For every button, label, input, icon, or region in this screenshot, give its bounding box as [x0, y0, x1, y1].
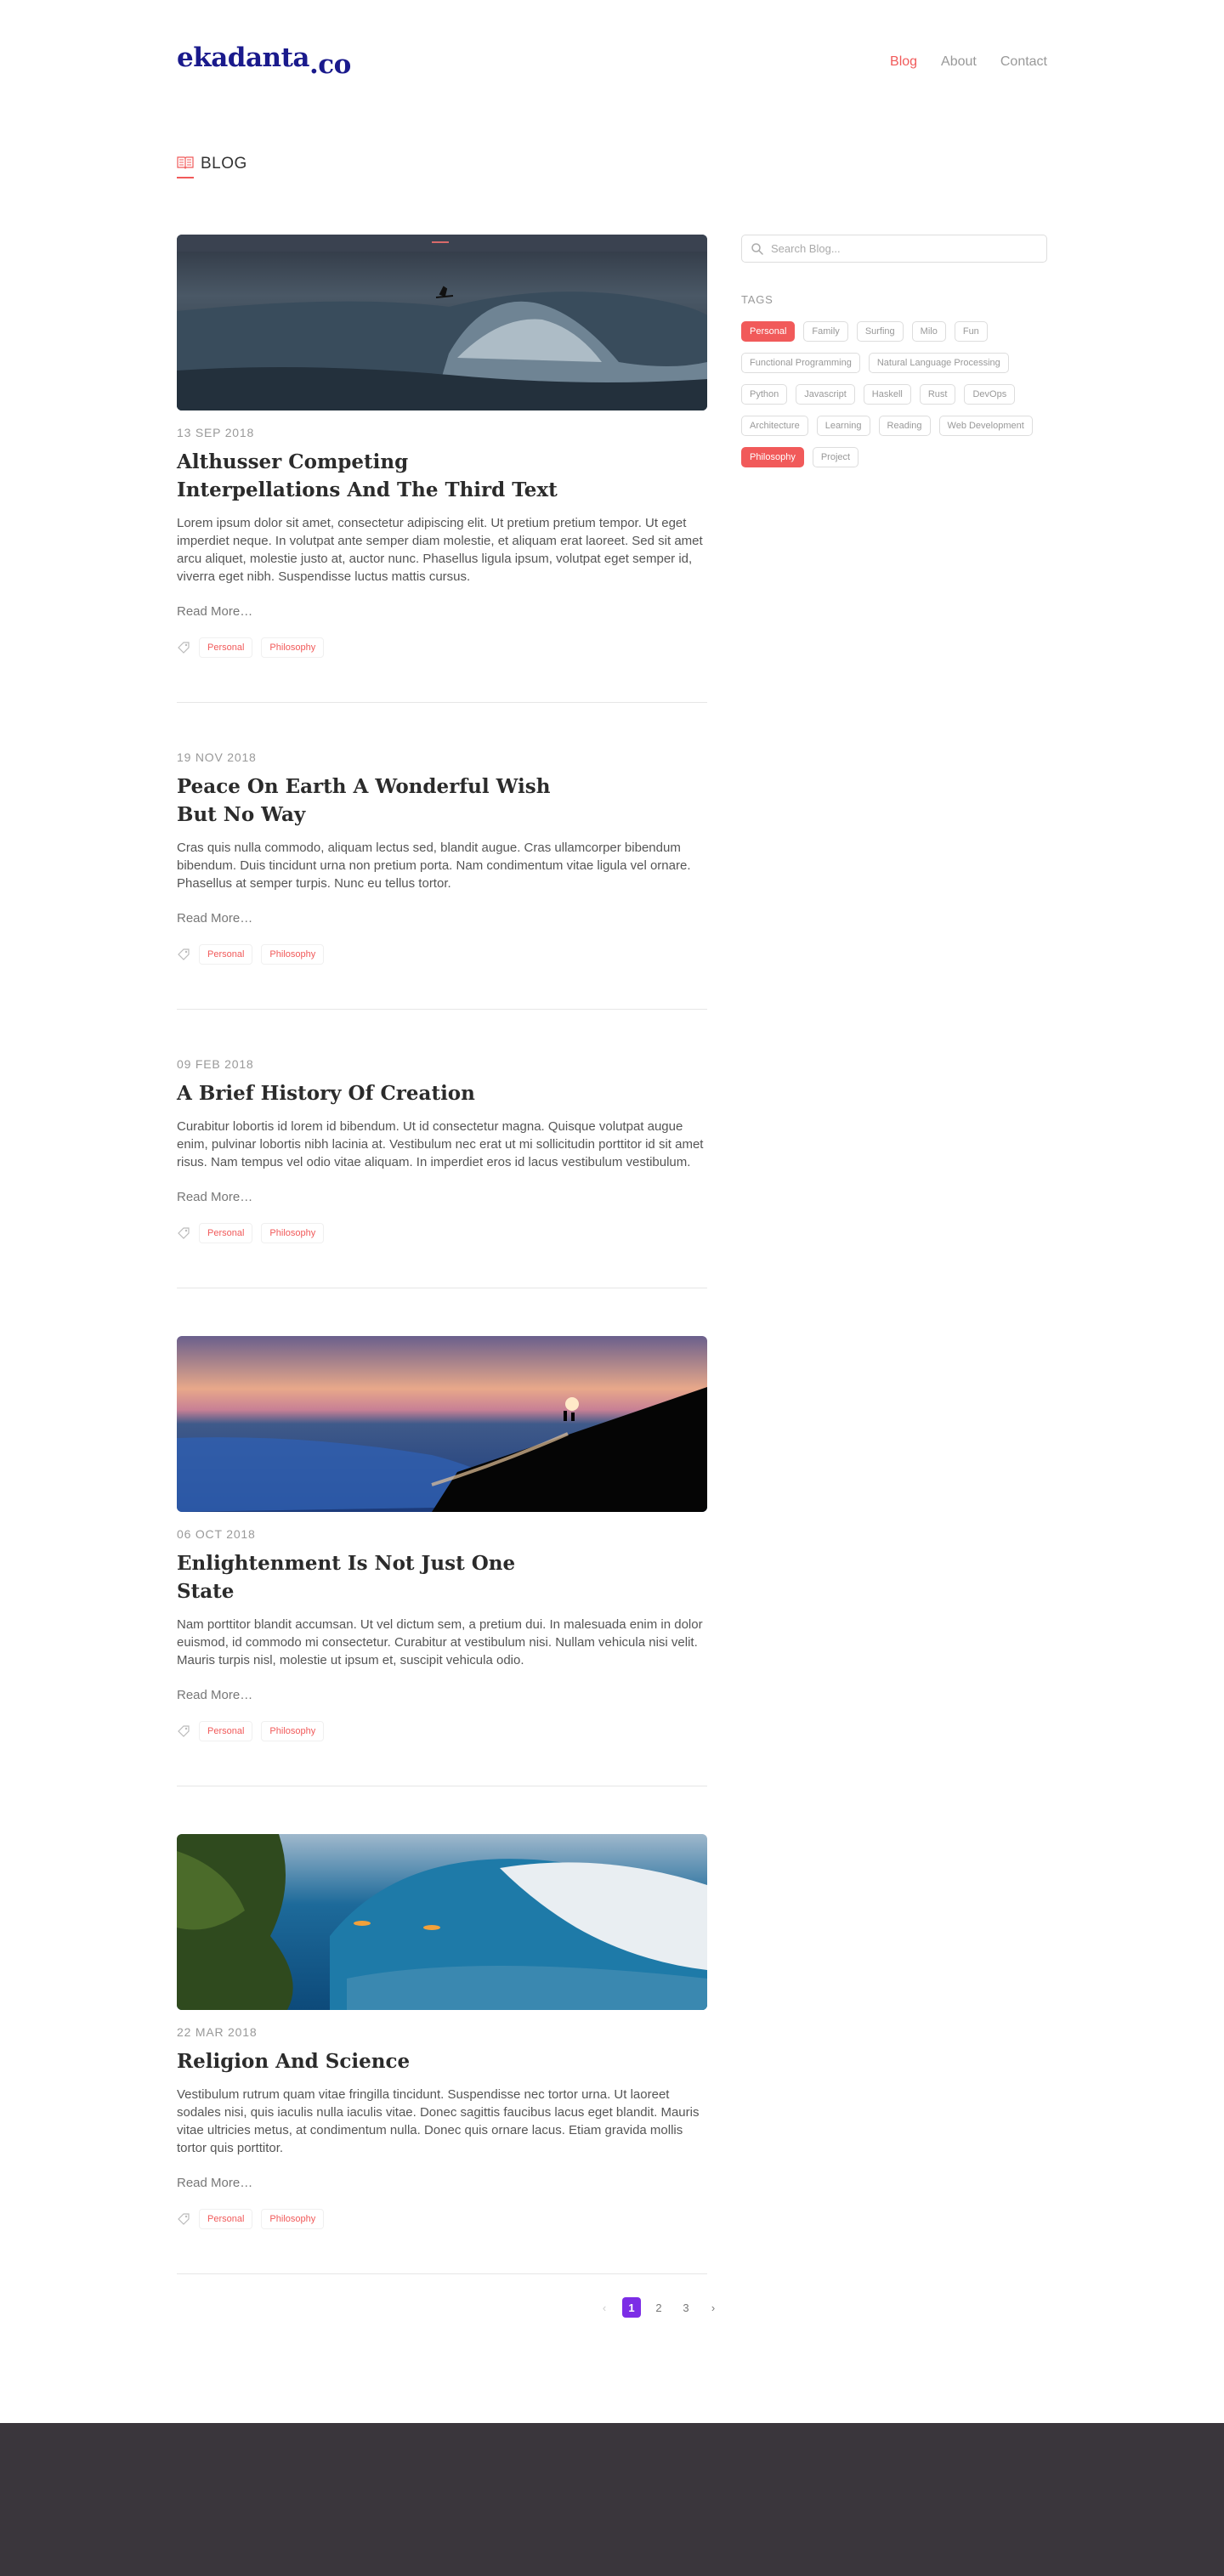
tags-heading: TAGS: [741, 293, 774, 306]
sidebar: TAGS Personal Family Surfing Milo Fun Functio…: [741, 235, 1047, 467]
read-more-link[interactable]: Read More…: [177, 1190, 252, 1204]
tag-icon: [178, 642, 190, 654]
page-2-button[interactable]: 2: [649, 2297, 668, 2318]
post-tag-personal[interactable]: Personal: [199, 944, 253, 965]
post-image[interactable]: [177, 1834, 707, 2010]
post-tags: Personal Philosophy: [177, 1223, 707, 1243]
tag-icon: [178, 948, 190, 960]
post-tags: Personal Philosophy: [177, 2209, 707, 2229]
page-1-button[interactable]: 1: [622, 2297, 641, 2318]
post-tag-philosophy[interactable]: Philosophy: [261, 2209, 325, 2229]
big-wave-surfers-image: [177, 1834, 707, 2010]
post-date: 06 OCT 2018: [177, 1527, 256, 1541]
page-title: BLOG: [201, 155, 247, 173]
sidebar-tag-surfing[interactable]: Surfing: [856, 321, 904, 342]
tag-icon: [178, 1725, 190, 1737]
search-box: [741, 235, 1047, 263]
sidebar-tag-fun[interactable]: Fun: [954, 321, 988, 342]
page-3-button[interactable]: 3: [677, 2297, 695, 2318]
tag-icon: [178, 1227, 190, 1239]
post-excerpt: Cras quis nulla commodo, aliquam lectus …: [177, 841, 691, 891]
sidebar-tag-learning[interactable]: Learning: [816, 416, 870, 436]
sidebar-tag-functional-programming[interactable]: Functional Programming: [741, 353, 860, 373]
post-card: 13 SEP 2018 Althusser Competing Interpell…: [177, 235, 707, 703]
post-image[interactable]: [177, 235, 707, 410]
logo-name: ekadanta: [177, 42, 310, 73]
pagination: ‹ 1 2 3 ›: [595, 2297, 722, 2318]
post-excerpt: Nam porttitor blandit accumsan. Ut vel d…: [177, 1617, 703, 1667]
post-date: 19 NOV 2018: [177, 750, 257, 764]
post-tags: Personal Philosophy: [177, 944, 707, 965]
sidebar-tag-devops[interactable]: DevOps: [964, 384, 1016, 405]
read-more-link[interactable]: Read More…: [177, 1688, 252, 1702]
post-tag-philosophy[interactable]: Philosophy: [261, 1223, 325, 1243]
sidebar-tag-rust[interactable]: Rust: [919, 384, 956, 405]
next-page-button[interactable]: ›: [704, 2297, 722, 2318]
main-nav: Blog About Contact: [890, 54, 1047, 70]
site-header: ekadanta.co Blog About Contact: [177, 42, 1047, 93]
post-title[interactable]: Enlightenment Is Not Just One State: [177, 1549, 568, 1605]
post-date: 09 FEB 2018: [177, 1057, 254, 1071]
tag-cloud: Personal Family Surfing Milo Fun Functional P…: [741, 321, 1047, 467]
post-tag-philosophy[interactable]: Philosophy: [261, 944, 325, 965]
tag-icon: [178, 2213, 190, 2225]
nav-link-about[interactable]: About: [941, 54, 977, 70]
post-card: 06 OCT 2018 Enlightenment Is Not Just One…: [177, 1288, 707, 1786]
post-card: 19 NOV 2018 Peace On Earth A Wonderful Wi…: [177, 703, 707, 1010]
post-tag-philosophy[interactable]: Philosophy: [261, 637, 325, 658]
post-card: 09 FEB 2018 A Brief History Of Creation Cu…: [177, 1010, 707, 1288]
prev-page-button[interactable]: ‹: [595, 2297, 614, 2318]
nav-link-contact[interactable]: Contact: [1000, 54, 1047, 70]
post-date: 22 MAR 2018: [177, 2025, 258, 2039]
beach-sunset-image: [177, 1336, 707, 1512]
sidebar-tag-natural-language-processing[interactable]: Natural Language Processing: [868, 353, 1009, 373]
sidebar-tag-project[interactable]: Project: [812, 447, 859, 467]
sidebar-tag-haskell[interactable]: Haskell: [863, 384, 911, 405]
post-date: 13 SEP 2018: [177, 426, 255, 439]
post-tag-personal[interactable]: Personal: [199, 1721, 253, 1741]
post-tag-personal[interactable]: Personal: [199, 637, 253, 658]
post-card: 22 MAR 2018 Religion And Science Vestibulu…: [177, 1786, 707, 2274]
post-image[interactable]: [177, 1336, 707, 1512]
sidebar-tag-milo[interactable]: Milo: [911, 321, 946, 342]
sidebar-tag-philosophy[interactable]: Philosophy: [741, 447, 804, 467]
post-excerpt: Lorem ipsum dolor sit amet, consectetur …: [177, 516, 703, 584]
post-tags: Personal Philosophy: [177, 637, 707, 658]
nav-link-blog[interactable]: Blog: [890, 54, 917, 70]
sidebar-tag-architecture[interactable]: Architecture: [741, 416, 808, 436]
logo[interactable]: ekadanta.co: [177, 42, 351, 80]
read-more-link[interactable]: Read More…: [177, 604, 252, 619]
search-input[interactable]: [771, 235, 1040, 262]
post-title[interactable]: Religion And Science: [177, 2047, 568, 2075]
read-more-link[interactable]: Read More…: [177, 911, 252, 926]
post-list: 13 SEP 2018 Althusser Competing Interpell…: [177, 235, 707, 2274]
post-tag-personal[interactable]: Personal: [199, 2209, 253, 2229]
post-title[interactable]: A Brief History Of Creation: [177, 1079, 568, 1107]
read-more-link[interactable]: Read More…: [177, 2176, 252, 2190]
title-underline: [177, 177, 194, 178]
search-icon: [751, 243, 763, 255]
sidebar-tag-family[interactable]: Family: [803, 321, 848, 342]
post-tag-personal[interactable]: Personal: [199, 1223, 253, 1243]
sidebar-tag-web-development[interactable]: Web Development: [938, 416, 1033, 436]
sidebar-tag-reading[interactable]: Reading: [878, 416, 931, 436]
sidebar-tag-personal[interactable]: Personal: [741, 321, 796, 342]
site-footer: [0, 2423, 1224, 2576]
post-tags: Personal Philosophy: [177, 1721, 707, 1741]
sidebar-tag-python[interactable]: Python: [741, 384, 788, 405]
post-title[interactable]: Peace On Earth A Wonderful Wish But No W…: [177, 773, 568, 829]
post-title[interactable]: Althusser Competing Interpellations And …: [177, 448, 568, 504]
post-excerpt: Curabitur lobortis id lorem id bibendum.…: [177, 1119, 704, 1169]
sidebar-tag-javascript[interactable]: Javascript: [796, 384, 855, 405]
surfer-on-wave-dusk-image: [177, 235, 707, 410]
post-tag-philosophy[interactable]: Philosophy: [261, 1721, 325, 1741]
book-icon: [177, 156, 194, 169]
logo-tld: .co: [309, 49, 351, 80]
post-excerpt: Vestibulum rutrum quam vitae fringilla t…: [177, 2087, 700, 2155]
